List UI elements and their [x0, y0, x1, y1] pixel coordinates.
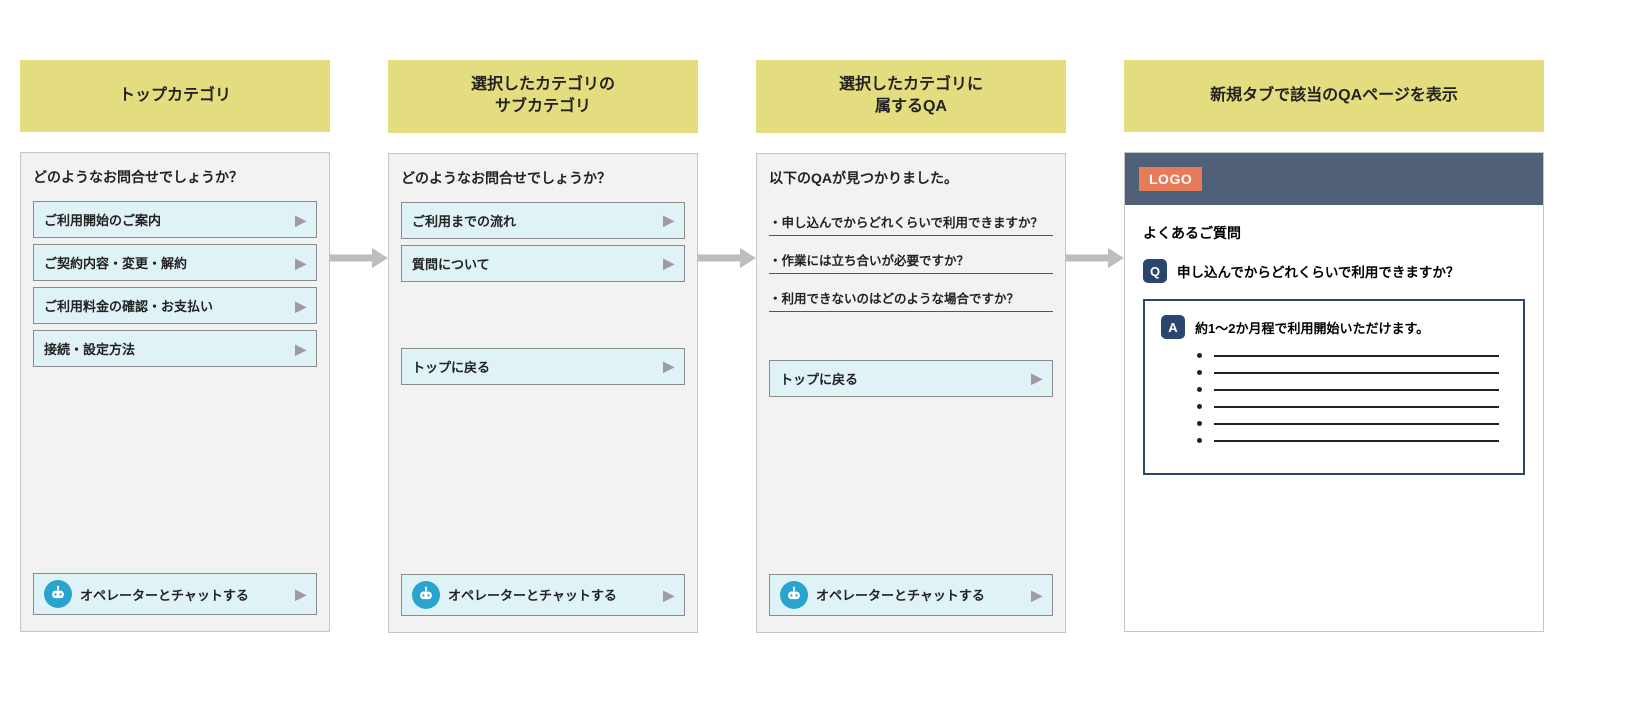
qa-page-mock: LOGO よくあるご質問 Q 申し込んでからどれくらいで利用できますか？ A 約…: [1124, 152, 1544, 632]
prompt-text: 以下のQAが見つかりました。: [769, 168, 1053, 188]
placeholder-line: [1214, 355, 1499, 357]
panel-qa-list: 以下のQAが見つかりました。 ・申し込んでからどれくらいで利用できますか？ ・作…: [756, 153, 1066, 633]
option-label: ご利用までの流れ: [412, 211, 516, 230]
prompt-text: どのようなお問合せでしょうか？: [401, 168, 685, 188]
chevron-right-icon: ▶: [295, 587, 306, 601]
bullet-icon: [1197, 421, 1202, 426]
bullet-icon: [1197, 404, 1202, 409]
placeholder-line: [1214, 372, 1499, 374]
operator-label: オペレーターとチャットする: [448, 585, 617, 604]
operator-label: オペレーターとチャットする: [816, 585, 985, 604]
qa-link[interactable]: ・申し込んでからどれくらいで利用できますか？: [769, 206, 1053, 236]
flow-diagram: トップカテゴリ どのようなお問合せでしょうか？ ご利用開始のご案内 ▶ ご契約内…: [20, 60, 1630, 633]
chevron-right-icon: ▶: [295, 299, 306, 313]
header-qa-list: 選択したカテゴリに 属するQA: [756, 60, 1066, 133]
qa-link-list: ・申し込んでからどれくらいで利用できますか？ ・作業には立ち合いが必要ですか？ …: [769, 206, 1053, 320]
chevron-right-icon: ▶: [663, 588, 674, 602]
operator-chat-button[interactable]: オペレーターとチャットする ▶: [769, 574, 1053, 616]
flow-arrow: [1066, 60, 1124, 270]
qa-text: 作業には立ち合いが必要ですか？: [782, 254, 970, 268]
back-to-top-button[interactable]: トップに戻る ▶: [769, 360, 1053, 397]
chevron-right-icon: ▶: [295, 213, 306, 227]
bullet-icon: [1197, 438, 1202, 443]
qa-text: 利用できないのはどのような場合ですか？: [782, 292, 1020, 306]
bullet-icon: [1197, 353, 1202, 358]
category-option[interactable]: ご利用開始のご案内 ▶: [33, 201, 317, 238]
detail-line: [1197, 353, 1499, 358]
operator-chat-button[interactable]: オペレーターとチャットする ▶: [401, 574, 685, 616]
back-to-top-button[interactable]: トップに戻る ▶: [401, 348, 685, 385]
panel-sub-category: どのようなお問合せでしょうか？ ご利用までの流れ ▶ 質問について ▶ トップに…: [388, 153, 698, 633]
answer-line: A 約1〜2か月程で利用開始いただけます。: [1161, 315, 1507, 339]
bullet-icon: [1197, 387, 1202, 392]
chevron-right-icon: ▶: [295, 256, 306, 270]
header-qa-page: 新規タブで該当のQAページを表示: [1124, 60, 1544, 132]
detail-line: [1197, 404, 1499, 409]
logo-badge: LOGO: [1139, 167, 1202, 191]
category-option[interactable]: 接続・設定方法 ▶: [33, 330, 317, 367]
detail-line: [1197, 370, 1499, 375]
option-label: ご利用料金の確認・お支払い: [44, 296, 213, 315]
category-option[interactable]: ご契約内容・変更・解約 ▶: [33, 244, 317, 281]
flow-arrow: [330, 60, 388, 270]
category-option[interactable]: ご利用料金の確認・お支払い ▶: [33, 287, 317, 324]
header-top-category: トップカテゴリ: [20, 60, 330, 132]
qa-link[interactable]: ・利用できないのはどのような場合ですか？: [769, 282, 1053, 312]
chevron-right-icon: ▶: [1031, 588, 1042, 602]
chevron-right-icon: ▶: [295, 342, 306, 356]
column-sub-category: 選択したカテゴリの サブカテゴリ どのようなお問合せでしょうか？ ご利用までの流…: [388, 60, 698, 633]
chevron-right-icon: ▶: [663, 213, 674, 227]
header-sub-category: 選択したカテゴリの サブカテゴリ: [388, 60, 698, 133]
qa-page-header: LOGO: [1125, 153, 1543, 205]
header-text: 選択したカテゴリの サブカテゴリ: [471, 74, 615, 119]
chevron-right-icon: ▶: [663, 256, 674, 270]
column-qa-page: 新規タブで該当のQAページを表示 LOGO よくあるご質問 Q 申し込んでからど…: [1124, 60, 1544, 632]
column-qa-list: 選択したカテゴリに 属するQA 以下のQAが見つかりました。 ・申し込んでからど…: [756, 60, 1066, 633]
answer-text: 約1〜2か月程で利用開始いただけます。: [1195, 318, 1429, 337]
question-line: Q 申し込んでからどれくらいで利用できますか？: [1143, 259, 1525, 283]
flow-arrow: [698, 60, 756, 270]
answer-detail-lines: [1161, 353, 1507, 443]
subcategory-option[interactable]: 質問について ▶: [401, 245, 685, 282]
panel-top-category: どのようなお問合せでしょうか？ ご利用開始のご案内 ▶ ご契約内容・変更・解約 …: [20, 152, 330, 632]
answer-box: A 約1〜2か月程で利用開始いただけます。: [1143, 299, 1525, 475]
option-label: ご契約内容・変更・解約: [44, 253, 187, 272]
header-text: 選択したカテゴリに 属するQA: [839, 74, 983, 119]
option-label: 質問について: [412, 254, 490, 273]
robot-icon: [44, 580, 72, 608]
placeholder-line: [1214, 406, 1499, 408]
bullet-icon: [1197, 370, 1202, 375]
prompt-text: どのようなお問合せでしょうか？: [33, 167, 317, 187]
robot-icon: [780, 581, 808, 609]
header-text: トップカテゴリ: [119, 85, 231, 107]
back-label: トップに戻る: [412, 357, 490, 376]
header-text: 新規タブで該当のQAページを表示: [1210, 85, 1458, 107]
placeholder-line: [1214, 423, 1499, 425]
detail-line: [1197, 421, 1499, 426]
a-badge: A: [1161, 315, 1185, 339]
faq-heading: よくあるご質問: [1143, 223, 1525, 243]
subcategory-option[interactable]: ご利用までの流れ ▶: [401, 202, 685, 239]
q-badge: Q: [1143, 259, 1167, 283]
placeholder-line: [1214, 440, 1499, 442]
qa-page-body: よくあるご質問 Q 申し込んでからどれくらいで利用できますか？ A 約1〜2か月…: [1125, 205, 1543, 495]
option-label: 接続・設定方法: [44, 339, 135, 358]
detail-line: [1197, 438, 1499, 443]
chevron-right-icon: ▶: [663, 359, 674, 373]
operator-label: オペレーターとチャットする: [80, 585, 249, 604]
operator-chat-button[interactable]: オペレーターとチャットする ▶: [33, 573, 317, 615]
detail-line: [1197, 387, 1499, 392]
placeholder-line: [1214, 389, 1499, 391]
option-label: ご利用開始のご案内: [44, 210, 161, 229]
column-top-category: トップカテゴリ どのようなお問合せでしょうか？ ご利用開始のご案内 ▶ ご契約内…: [20, 60, 330, 632]
qa-text: 申し込んでからどれくらいで利用できますか？: [782, 216, 1044, 230]
robot-icon: [412, 581, 440, 609]
chevron-right-icon: ▶: [1031, 371, 1042, 385]
back-label: トップに戻る: [780, 369, 858, 388]
qa-link[interactable]: ・作業には立ち合いが必要ですか？: [769, 244, 1053, 274]
question-text: 申し込んでからどれくらいで利用できますか？: [1177, 261, 1459, 281]
